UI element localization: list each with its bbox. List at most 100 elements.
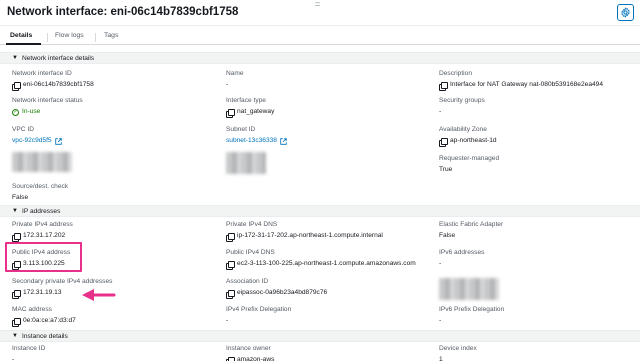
field-private-ipv4: Private IPv4 address 172.31.17.202 [12, 221, 73, 242]
section-ip-addresses[interactable]: ▼ IP addresses [0, 205, 640, 217]
tab-flow-logs[interactable]: Flow logs [55, 32, 84, 39]
mac-address-value: 0e:0a:ce:a7:d3:d7 [23, 317, 76, 324]
copy-icon[interactable] [226, 108, 235, 118]
field-description: Description Interface for NAT Gateway na… [439, 70, 603, 91]
field-label: Description [439, 70, 472, 77]
field-label: Instance owner [226, 345, 271, 352]
field-ipv6: IPv6 addresses - [439, 249, 484, 268]
association-id-value: eipassoc-0a96b23a4bd879c76 [237, 289, 328, 296]
efa-value: False [439, 232, 456, 239]
ipv4-prefix-value: - [226, 317, 229, 324]
section-network-interface-details[interactable]: ▼ Network interface details [0, 52, 640, 64]
field-label: Security groups [439, 97, 485, 104]
field-label: Instance ID [12, 345, 46, 352]
subnet-id-link[interactable]: subnet-13c36338 [226, 137, 277, 145]
vpc-id-link[interactable]: vpc-92c9d5f5 [12, 137, 52, 145]
field-label: Secondary private IPv4 addresses [12, 278, 113, 285]
field-ipv6-prefix: IPv6 Prefix Delegation - [439, 306, 504, 325]
settings-button[interactable] [617, 4, 634, 21]
external-link-icon[interactable] [280, 137, 287, 145]
external-link-icon[interactable] [54, 137, 62, 145]
copy-icon[interactable] [12, 289, 21, 299]
az-value: ap-northeast-1d [450, 137, 497, 144]
tab-tags[interactable]: Tags [104, 32, 118, 39]
field-label: Private IPv4 DNS [226, 221, 278, 228]
section-instance-details[interactable]: ▼ Instance details [0, 330, 640, 342]
tab-divider [47, 33, 48, 42]
field-label: Private IPv4 address [12, 221, 73, 228]
field-eni-id: Network interface ID eni-06c14b7839cbf17… [12, 70, 94, 91]
redacted-block [226, 152, 266, 174]
field-label: Network interface status [12, 97, 83, 104]
success-check-icon: ✓ [12, 108, 19, 116]
field-availability-zone: Availability Zone ap-northeast-1d [439, 126, 497, 147]
field-label: Subnet ID [226, 126, 256, 133]
active-tab-indicator [6, 43, 41, 45]
field-private-dns: Private IPv4 DNS ip-172-31-17-202.ap-nor… [226, 221, 383, 242]
field-mac-address: MAC address 0e:0a:ce:a7:d3:d7 [12, 306, 76, 327]
public-dns-value: ec2-3-113-100-225.ap-northeast-1.compute… [237, 260, 416, 267]
page-title: Network interface: eni-06c14b7839cbf1758 [7, 6, 239, 18]
tab-details[interactable]: Details [10, 32, 32, 39]
field-label: Requester-managed [439, 155, 500, 162]
security-groups-value: - [439, 108, 442, 115]
description-value: Interface for NAT Gateway nat-080b539168… [450, 81, 603, 88]
field-public-dns: Public IPv4 DNS ec2-3-113-100-225.ap-nor… [226, 249, 416, 270]
copy-icon[interactable] [439, 81, 448, 91]
ipv6-value: - [439, 260, 442, 267]
caret-down-icon: ▼ [12, 208, 18, 214]
copy-icon[interactable] [226, 356, 235, 361]
field-interface-type: Interface type nat_gateway [226, 97, 275, 118]
copy-icon[interactable] [226, 232, 235, 242]
device-index-value: 1 [439, 356, 443, 361]
section-title: Instance details [22, 333, 68, 340]
secondary-ipv4-value: 172.31.19.13 [23, 289, 62, 296]
instance-owner-value: amazon-aws [237, 356, 275, 361]
highlight-box [5, 242, 82, 272]
field-efa: Elastic Fabric Adapter False [439, 221, 503, 240]
redacted-block [439, 278, 499, 300]
gear-icon [621, 7, 630, 18]
field-label: IPv4 Prefix Delegation [226, 306, 292, 313]
instance-id-value: - [12, 356, 15, 361]
redacted-block [12, 152, 72, 172]
field-label: Association ID [226, 278, 269, 285]
private-ipv4-value: 172.31.17.202 [23, 232, 66, 239]
field-status: Network interface status ✓ In-use [12, 97, 83, 116]
copy-icon[interactable] [226, 260, 235, 270]
field-label: Source/dest. check [12, 183, 69, 190]
copy-icon[interactable] [12, 81, 21, 91]
caret-down-icon: ▼ [12, 333, 18, 339]
field-label: Network interface ID [12, 70, 72, 77]
field-device-index: Device index 1 [439, 345, 477, 361]
field-label: VPC ID [12, 126, 34, 133]
field-label: Device index [439, 345, 477, 352]
copy-icon[interactable] [226, 289, 235, 299]
field-association-id: Association ID eipassoc-0a96b23a4bd879c7… [226, 278, 328, 299]
copy-icon[interactable] [12, 317, 21, 327]
ipv6-prefix-value: - [439, 317, 442, 324]
field-label: MAC address [12, 306, 52, 313]
section-title: IP addresses [22, 208, 61, 215]
drag-handle-icon[interactable]: = [315, 0, 320, 9]
copy-icon[interactable] [439, 137, 448, 147]
source-dest-value: False [12, 194, 29, 201]
field-label: Name [226, 70, 244, 77]
field-label: IPv6 addresses [439, 249, 485, 256]
field-subnet-id: Subnet ID subnet-13c36338 [226, 126, 287, 145]
section-title: Network interface details [22, 55, 95, 62]
field-instance-owner: Instance owner amazon-aws [226, 345, 274, 361]
field-label: Availability Zone [439, 126, 487, 133]
copy-icon[interactable] [12, 232, 21, 242]
field-security-groups: Security groups - [439, 97, 485, 116]
field-requester-managed: Requester-managed True [439, 155, 499, 174]
field-label: Interface type [226, 97, 266, 104]
tab-divider [95, 33, 96, 42]
private-dns-value: ip-172-31-17-202.ap-northeast-1.compute.… [237, 232, 383, 239]
field-vpc-id: VPC ID vpc-92c9d5f5 [12, 126, 62, 145]
field-ipv4-prefix: IPv4 Prefix Delegation - [226, 306, 291, 325]
field-source-dest-check: Source/dest. check False [12, 183, 68, 202]
page-header: Network interface: eni-06c14b7839cbf1758… [0, 0, 640, 26]
name-value: - [226, 81, 229, 88]
interface-type-value: nat_gateway [237, 108, 275, 115]
